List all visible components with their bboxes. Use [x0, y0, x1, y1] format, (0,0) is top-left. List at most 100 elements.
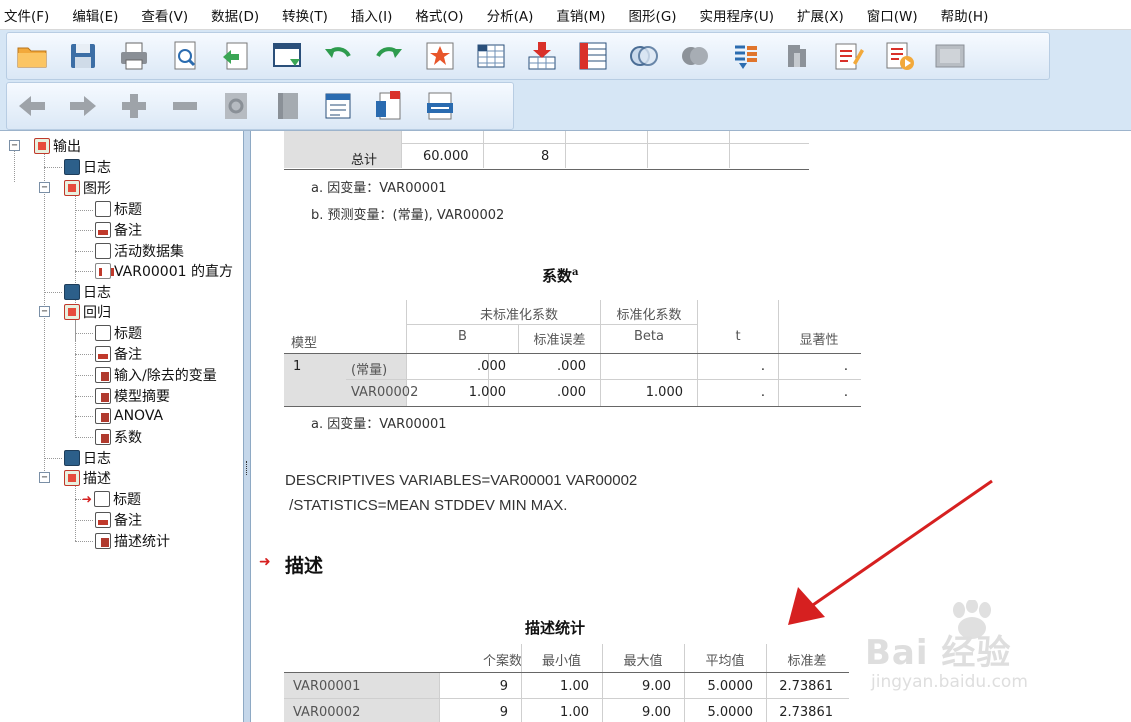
desc-cell: 2.73861 [779, 679, 833, 694]
export-icon[interactable] [217, 37, 255, 75]
menu-graphs[interactable]: 图形(G) [629, 5, 677, 25]
desc-cell: 9.00 [642, 705, 671, 720]
toolbar-secondary [6, 82, 514, 130]
tree-node-variables-entered[interactable]: 输入/除去的变量 [95, 365, 217, 385]
coef-cell: . [760, 385, 765, 400]
open-folder-icon[interactable] [13, 37, 51, 75]
tree-node-log[interactable]: 日志 [64, 448, 111, 468]
coef-col-model: 模型 [291, 336, 318, 351]
collapse-toggle[interactable]: − [39, 472, 50, 483]
table-border [284, 406, 861, 407]
goto-case-icon[interactable] [421, 37, 459, 75]
table-icon [95, 408, 111, 424]
menu-format[interactable]: 格式(O) [415, 5, 463, 25]
desc-col-header: 个案数 [482, 654, 522, 669]
menu-bar: 文件(F) 编辑(E) 查看(V) 数据(D) 转换(T) 插入(I) 格式(O… [0, 0, 1131, 30]
insert-text-icon[interactable] [421, 87, 459, 125]
goto-variable-icon[interactable] [472, 37, 510, 75]
coef-cell: .000 [557, 385, 586, 400]
notes-icon [95, 512, 111, 528]
tree-node-log[interactable]: 日志 [64, 282, 111, 302]
tree-node-descriptives[interactable]: 描述 [64, 468, 111, 488]
desc-cell: 9.00 [642, 679, 671, 694]
tree-node-model-summary[interactable]: 模型摘要 [95, 386, 170, 406]
anova-total-df: 8 [541, 149, 550, 164]
hide-icon[interactable] [268, 87, 306, 125]
anova-total-ss: 60.000 [423, 149, 469, 164]
coef-cell: . [843, 385, 848, 400]
notes-icon [95, 346, 111, 362]
menu-transform[interactable]: 转换(T) [282, 5, 328, 25]
tree-node-title[interactable]: 标题 [95, 199, 142, 219]
desc-cell: 5.0000 [707, 679, 754, 694]
coef-col-b: B [458, 329, 467, 344]
menu-analyze[interactable]: 分析(A) [487, 5, 534, 25]
value-labels-icon[interactable] [676, 37, 714, 75]
edit-output-icon[interactable] [829, 37, 867, 75]
tree-node-title-current[interactable]: ➜ 标题 [82, 489, 141, 509]
forward-arrow-icon[interactable] [64, 87, 102, 125]
tree-node-log[interactable]: 日志 [64, 157, 111, 177]
menu-insert[interactable]: 插入(I) [351, 5, 393, 25]
tree-node-notes[interactable]: 备注 [95, 220, 142, 240]
tree-node-title[interactable]: 标题 [95, 323, 142, 343]
print-icon[interactable] [115, 37, 153, 75]
menu-help[interactable]: 帮助(H) [941, 5, 989, 25]
collapse-toggle[interactable]: − [39, 306, 50, 317]
run-script-icon[interactable] [880, 37, 918, 75]
coef-cell: . [760, 359, 765, 374]
collapse-icon[interactable] [166, 87, 204, 125]
pane-splitter[interactable] [243, 131, 251, 722]
goto-data-icon[interactable] [268, 37, 306, 75]
redo-icon[interactable] [370, 37, 408, 75]
tree-node-coefficients[interactable]: 系数 [95, 427, 142, 447]
grid-line [284, 698, 849, 699]
title-icon [95, 201, 111, 217]
split-file-icon[interactable] [727, 37, 765, 75]
insert-cases-icon[interactable] [523, 37, 561, 75]
tree-node-descriptive-stats[interactable]: 描述统计 [95, 531, 170, 551]
splitter-grip-icon[interactable] [246, 461, 249, 475]
desc-col-header: 最大值 [623, 654, 663, 669]
menu-file[interactable]: 文件(F) [4, 5, 49, 25]
coef-model-number: 1 [293, 359, 302, 374]
back-arrow-icon[interactable] [13, 87, 51, 125]
desc-cell: 2.73861 [779, 705, 833, 720]
collapse-toggle[interactable]: − [39, 182, 50, 193]
print-preview-icon[interactable] [166, 37, 204, 75]
insert-heading-icon[interactable] [319, 87, 357, 125]
select-cases-icon[interactable] [625, 37, 663, 75]
menu-data[interactable]: 数据(D) [211, 5, 259, 25]
tree-node-graph[interactable]: 图形 [64, 178, 111, 198]
tree-node-active-dataset[interactable]: 活动数据集 [95, 241, 184, 261]
outline-tree: − 输出 日志 − 图形 标题 备注 活动数据集 VAR00001 的直方 日志… [0, 131, 243, 722]
tree-node-anova[interactable]: ANOVA [95, 406, 163, 426]
menu-edit[interactable]: 编辑(E) [72, 5, 118, 25]
menu-utilities[interactable]: 实用程序(U) [700, 5, 774, 25]
save-icon[interactable] [64, 37, 102, 75]
expand-icon[interactable] [115, 87, 153, 125]
collapse-toggle[interactable]: − [9, 140, 20, 151]
coef-header-unstd: 未标准化系数 [479, 308, 558, 323]
designate-window-icon[interactable] [778, 37, 816, 75]
coef-col-se: 标准误差 [533, 333, 586, 348]
tree-node-histogram[interactable]: VAR00001 的直方 [95, 261, 233, 281]
coef-col-sig: 显著性 [799, 333, 839, 348]
tree-node-notes[interactable]: 备注 [95, 344, 142, 364]
insert-title-icon[interactable] [370, 87, 408, 125]
tree-node-notes[interactable]: 备注 [95, 510, 142, 530]
menu-window[interactable]: 窗口(W) [867, 5, 918, 25]
coef-cell: . [843, 359, 848, 374]
desc-col-header: 平均值 [705, 654, 745, 669]
menu-extensions[interactable]: 扩展(X) [797, 5, 844, 25]
show-icon[interactable] [217, 87, 255, 125]
syntax-line-1: DESCRIPTIVES VARIABLES=VAR00001 VAR00002 [285, 472, 638, 489]
menu-direct-marketing[interactable]: 直销(M) [556, 5, 605, 25]
menu-view[interactable]: 查看(V) [141, 5, 188, 25]
variables-icon[interactable] [574, 37, 612, 75]
undo-icon[interactable] [319, 37, 357, 75]
tree-node-output[interactable]: 输出 [34, 136, 81, 156]
grid-line [600, 300, 601, 354]
table-icon [95, 367, 111, 383]
tree-node-regression[interactable]: 回归 [64, 302, 111, 322]
